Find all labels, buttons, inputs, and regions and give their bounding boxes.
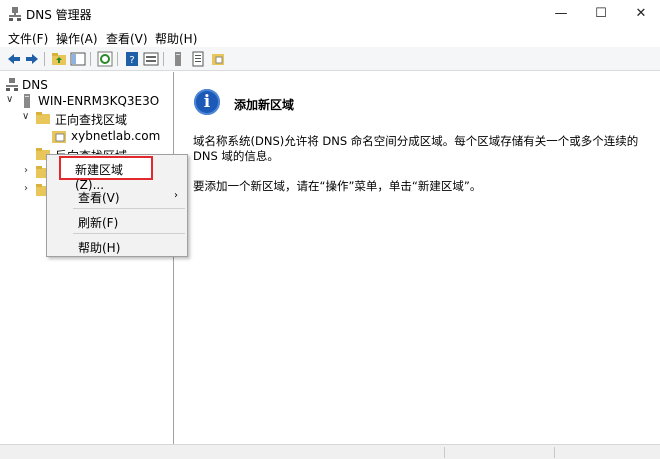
info-icon: i [194,89,220,115]
toolbar-separator [90,52,91,66]
content-instruction: 要添加一个新区域，请在“操作”菜单，单击“新建区域”。 [193,179,482,193]
toolbar: ? [0,47,660,71]
menu-help[interactable]: 帮助(H) [155,30,197,47]
refresh-icon[interactable] [97,51,113,67]
content-title: 添加新区域 [234,98,295,112]
toolbar-separator [44,52,45,66]
chevron-right-icon[interactable]: › [24,183,28,194]
tree-pane: DNS ∨ WIN-ENRM3KQ3E3O ∨ 正向查找区域 xybnetlab… [0,72,174,444]
dns-app-icon [8,6,22,22]
zone-file-icon [52,130,66,146]
chevron-down-icon[interactable]: ∨ [6,94,13,105]
tree-item-label: 正向查找区域 [55,113,128,127]
title-bar: DNS 管理器 — ☐ ✕ [0,0,660,28]
tree-item-label: DNS [22,78,48,92]
toolbar-separator [163,52,164,66]
help-icon[interactable]: ? [124,51,140,67]
minimize-button[interactable]: — [540,0,582,28]
status-bar [0,444,660,459]
window-title: DNS 管理器 [26,8,92,22]
context-menu-help[interactable]: 帮助(H) [78,239,120,256]
folder-up-icon[interactable] [51,51,67,67]
svg-text:?: ? [129,55,134,66]
zone-icon[interactable] [210,51,226,67]
maximize-button[interactable]: ☐ [580,0,622,28]
forward-arrow-icon[interactable] [24,51,40,67]
show-tree-icon[interactable] [70,51,86,67]
context-menu-new-zone-label: 新建区域(Z)... [75,163,124,192]
server-icon[interactable] [170,51,186,67]
menu-bar: 文件(F) 操作(A) 查看(V) 帮助(H) [0,28,660,47]
tree-item-label: WIN-ENRM3KQ3E3O [38,94,160,108]
properties-icon[interactable] [143,51,159,67]
status-divider [444,447,445,458]
folder-icon [36,112,50,127]
server-icon [23,94,31,111]
toolbar-separator [117,52,118,66]
content-pane [176,72,660,444]
chevron-down-icon[interactable]: ∨ [22,111,29,122]
menu-view[interactable]: 查看(V) [106,30,148,47]
menu-action[interactable]: 操作(A) [56,30,98,47]
content-description: 域名称系统(DNS)允许将 DNS 命名空间分成区域。每个区域存储有关一个或多个… [193,134,639,163]
dns-icon [6,78,18,95]
tree-item-label: xybnetlab.com [71,129,161,143]
menu-file[interactable]: 文件(F) [8,30,48,47]
chevron-right-icon[interactable]: › [24,165,28,176]
status-divider [554,447,555,458]
list-icon[interactable] [190,51,206,67]
menu-separator [73,233,185,234]
chevron-right-icon: › [174,190,178,201]
context-menu-refresh[interactable]: 刷新(F) [78,214,118,231]
close-button[interactable]: ✕ [620,0,660,28]
menu-separator [73,208,185,209]
context-menu-new-zone[interactable]: 新建区域(Z)... [59,156,153,192]
back-arrow-icon[interactable] [6,51,22,67]
